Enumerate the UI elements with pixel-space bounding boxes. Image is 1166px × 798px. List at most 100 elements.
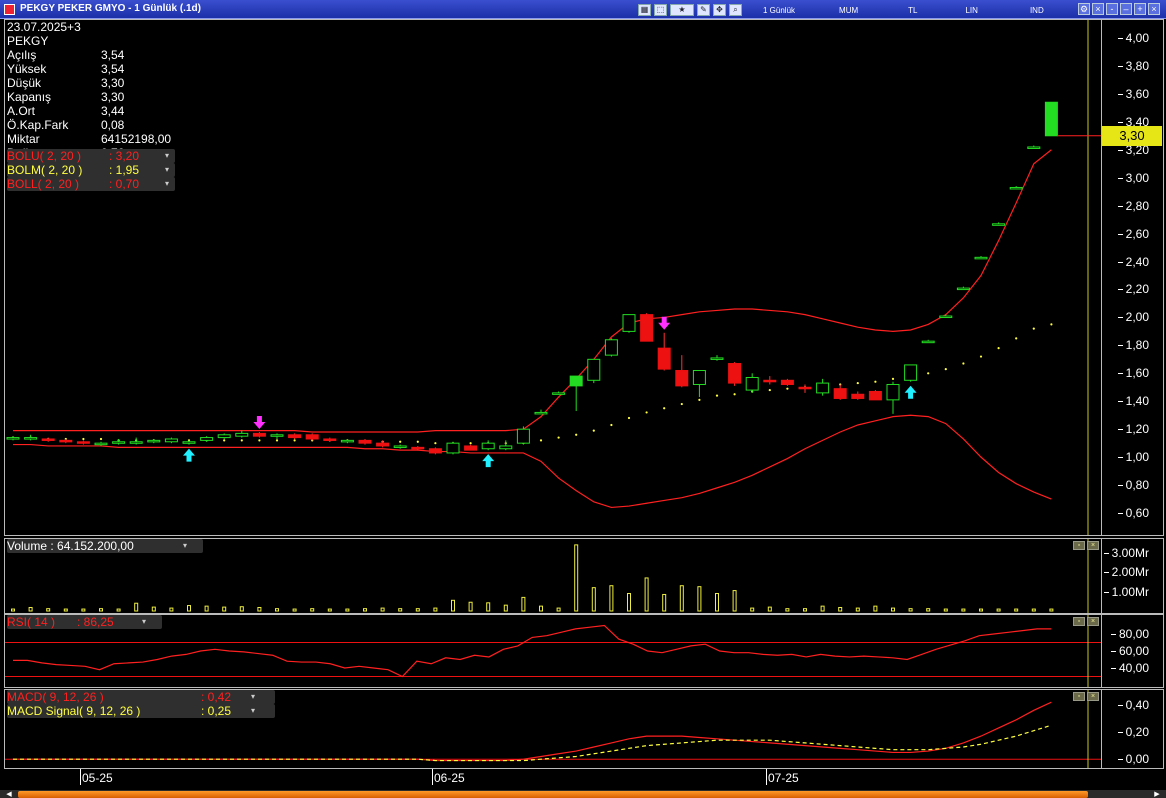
indicator-selector[interactable]: IND xyxy=(1030,6,1044,15)
legend-label: MACD( 9, 12, 26 ) xyxy=(7,690,104,704)
zoom-icon[interactable]: ⌕ xyxy=(729,4,742,16)
volume-bar xyxy=(732,590,737,612)
macd-panel[interactable]: 0,40 0,20 0,00 MACD( 9, 12, 26 ) : 0,42 ▾ … xyxy=(4,689,1164,769)
scroll-right-icon[interactable]: ▶ xyxy=(1152,790,1162,798)
volume-bar xyxy=(644,577,649,612)
price-tick: 2,20 xyxy=(1117,282,1149,297)
minimize-icon[interactable]: - xyxy=(1106,3,1118,15)
rsi-tick: 40,00 xyxy=(1110,661,1149,675)
bollinger-mid-point xyxy=(275,439,279,442)
rsi-panel[interactable]: 80,00 60,00 40,00 RSI( 14 ) : 86,25 ▾ ▫ × xyxy=(4,614,1164,688)
chevron-down-icon[interactable]: ▾ xyxy=(251,704,261,718)
price-tick: 3,00 xyxy=(1117,170,1149,185)
maximize-icon[interactable]: + xyxy=(1134,3,1146,15)
candle xyxy=(956,287,970,291)
info-row: Açılış 3,54 xyxy=(7,48,171,62)
candle xyxy=(921,340,935,344)
period-selector[interactable]: 1 Günlük xyxy=(763,6,795,15)
scale-selector[interactable]: LIN xyxy=(965,6,977,15)
legend-macd[interactable]: MACD( 9, 12, 26 ) : 0,42 ▾ xyxy=(7,690,275,704)
chevron-down-icon[interactable]: ▾ xyxy=(165,149,175,163)
volume-tick: 1.00Mr xyxy=(1103,584,1149,599)
date-tick: 07-25 xyxy=(766,769,799,785)
toolbar-icon-2[interactable]: ⬚ xyxy=(654,4,667,16)
date-tick: 06-25 xyxy=(432,769,465,785)
volume-bar xyxy=(979,608,983,612)
volume-bar xyxy=(679,585,684,612)
legend-boll[interactable]: BOLL( 2, 20 ) : 0,70 ▾ xyxy=(7,177,175,191)
rsi-line xyxy=(13,624,1052,678)
draw-icon[interactable]: ✎ xyxy=(697,4,710,16)
chart-type-selector[interactable]: MUM xyxy=(839,6,858,15)
legend-volume[interactable]: Volume : 64.152.200,00 ▾ xyxy=(7,539,203,553)
chevron-down-icon[interactable]: ▾ xyxy=(142,615,152,629)
candle xyxy=(112,441,126,444)
candle xyxy=(675,370,689,387)
candle xyxy=(76,441,90,444)
horizontal-scrollbar[interactable]: ◀ ▶ xyxy=(0,790,1166,798)
macd-tick: 0,00 xyxy=(1117,752,1149,767)
info-value: 3,44 xyxy=(101,104,125,118)
bollinger-mid-point xyxy=(557,436,560,439)
favorites-icon[interactable]: ★ xyxy=(670,4,694,16)
chevron-down-icon[interactable]: ▾ xyxy=(183,539,193,553)
scroll-left-icon[interactable]: ◀ xyxy=(4,790,14,798)
volume-bar xyxy=(222,606,227,612)
restore-icon[interactable]: – xyxy=(1120,3,1132,15)
legend-macd-signal[interactable]: MACD Signal( 9, 12, 26 ) : 0,25 ▾ xyxy=(7,704,275,718)
panel-restore-icon[interactable]: ▫ xyxy=(1073,541,1085,550)
scroll-thumb[interactable] xyxy=(18,791,1088,798)
volume-bar xyxy=(521,596,526,612)
info-value: 3,54 xyxy=(101,62,125,76)
chevron-down-icon[interactable]: ▾ xyxy=(165,163,175,177)
price-tick: 1,20 xyxy=(1117,422,1149,437)
volume-panel[interactable]: 3.00Mr 2.00Mr 1.00Mr Volume : 64.152.200,0… xyxy=(4,538,1164,614)
volume-bar xyxy=(767,606,772,612)
volume-bar xyxy=(134,602,139,612)
close-icon[interactable]: × xyxy=(1092,3,1104,15)
bollinger-mid-point xyxy=(856,381,859,385)
info-box: 23.07.2025+3 PEKGY Açılış 3,54 Yüksek 3,54 D… xyxy=(7,20,176,160)
volume-bar xyxy=(943,608,948,612)
panel-close-icon[interactable]: × xyxy=(1087,617,1099,626)
volume-bar xyxy=(327,608,332,612)
currency-selector[interactable]: TL xyxy=(908,6,917,15)
candle xyxy=(446,442,460,454)
volume-bar xyxy=(838,607,843,612)
chevron-down-icon[interactable]: ▾ xyxy=(251,690,261,704)
candle xyxy=(1044,101,1058,137)
panel-restore-icon[interactable]: ▫ xyxy=(1073,617,1085,626)
rsi-chart[interactable] xyxy=(5,615,1101,687)
candle xyxy=(235,432,249,437)
bollinger-mid-point xyxy=(627,416,631,420)
price-tick: 4,00 xyxy=(1117,30,1149,45)
chevron-down-icon[interactable]: ▾ xyxy=(165,177,175,191)
panel-close-icon[interactable]: × xyxy=(1087,692,1099,701)
volume-tick: 3.00Mr xyxy=(1103,545,1149,560)
volume-bar xyxy=(433,607,438,612)
close-window-icon[interactable]: × xyxy=(1148,3,1160,15)
candle xyxy=(640,314,654,342)
price-panel[interactable]: 4,00 3,80 3,60 3,40 3,20 3,00 2,80 2,60 2,40 2,20… xyxy=(4,19,1164,536)
candle xyxy=(710,357,724,360)
price-tick: 3,60 xyxy=(1117,86,1149,101)
info-key: Ö.Kap.Fark xyxy=(7,118,69,132)
volume-bar xyxy=(609,585,614,612)
candle xyxy=(411,446,425,450)
volume-bar xyxy=(380,607,385,612)
volume-bar xyxy=(873,605,878,612)
panel-restore-icon[interactable]: ▫ xyxy=(1073,692,1085,701)
volume-bar xyxy=(415,608,420,612)
date-tick: 05-25 xyxy=(80,769,113,785)
panel-close-icon[interactable]: × xyxy=(1087,541,1099,550)
bollinger-mid-point xyxy=(575,433,578,436)
settings-icon[interactable]: ⚙ xyxy=(1078,3,1090,15)
price-tick: 2,00 xyxy=(1117,310,1149,325)
cursor-icon[interactable]: ✥ xyxy=(713,4,726,16)
legend-rsi[interactable]: RSI( 14 ) : 86,25 ▾ xyxy=(7,615,162,629)
legend-bolm[interactable]: BOLM( 2, 20 ) : 1,95 ▾ xyxy=(7,163,175,177)
volume-bar xyxy=(204,605,209,612)
volume-bar xyxy=(591,587,596,612)
toolbar-icon-1[interactable]: ▦ xyxy=(638,4,651,16)
legend-bolu[interactable]: BOLU( 2, 20 ) : 3,20 ▾ xyxy=(7,149,175,163)
